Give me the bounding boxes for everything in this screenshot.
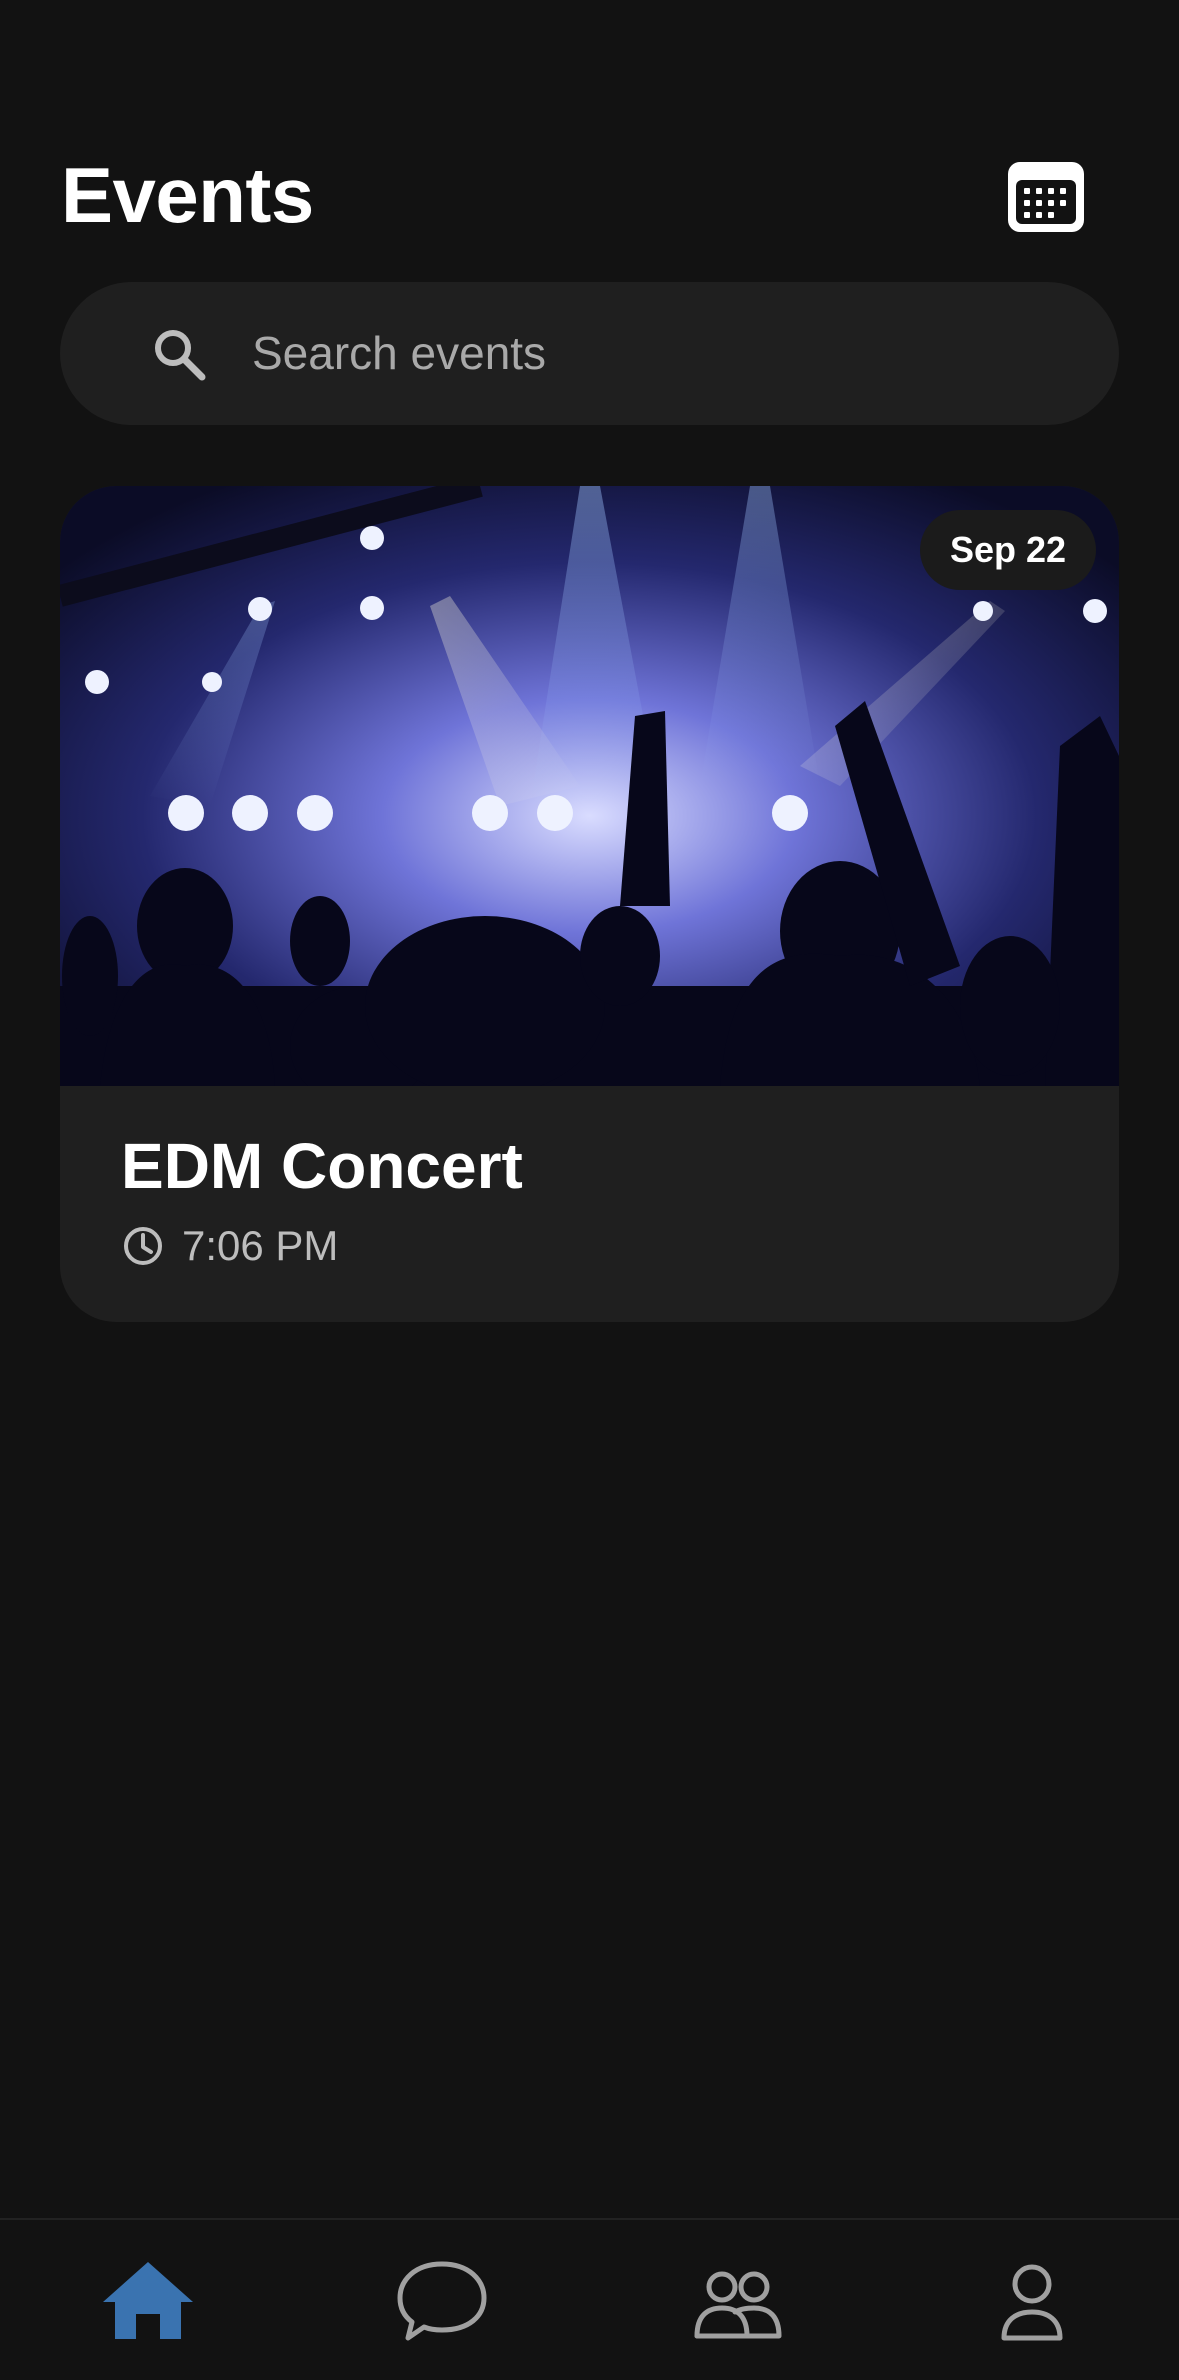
- event-time: 7:06 PM: [182, 1222, 339, 1269]
- people-icon: [694, 2271, 782, 2339]
- search-input[interactable]: [252, 318, 1052, 388]
- nav-chat[interactable]: [382, 2242, 502, 2362]
- search-icon: [150, 325, 208, 383]
- page-title: Events: [61, 151, 314, 239]
- event-title: EDM Concert: [121, 1130, 523, 1202]
- home-icon: [103, 2262, 193, 2339]
- nav-profile[interactable]: [972, 2242, 1092, 2362]
- calendar-icon: [1008, 162, 1084, 232]
- profile-icon: [1001, 2264, 1063, 2341]
- nav-home[interactable]: [88, 2242, 208, 2362]
- calendar-button[interactable]: [1004, 156, 1088, 236]
- clock-icon: [121, 1224, 165, 1268]
- nav-people[interactable]: [677, 2242, 797, 2362]
- date-badge: Sep 22: [920, 510, 1097, 590]
- chat-icon: [397, 2261, 487, 2341]
- event-card[interactable]: Sep 22 EDM Concert 7:06 PM: [60, 486, 1119, 1322]
- bottom-nav: [0, 2218, 1179, 2380]
